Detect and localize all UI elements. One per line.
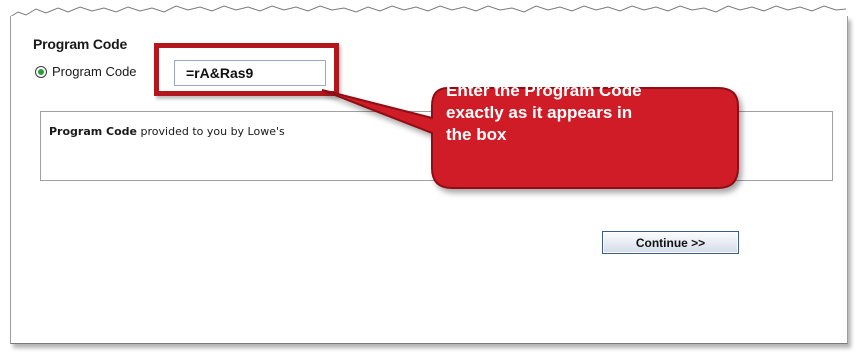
program-code-panel: Program Code Program Code Program Code p… xyxy=(10,16,848,344)
info-box: Program Code provided to you by Lowe's xyxy=(40,111,833,181)
continue-button[interactable]: Continue >> xyxy=(602,231,739,254)
program-code-input[interactable] xyxy=(174,60,326,86)
section-title: Program Code xyxy=(33,36,128,52)
info-text: Program Code provided to you by Lowe's xyxy=(49,125,285,138)
info-text-rest: provided to you by Lowe's xyxy=(137,125,285,138)
callout-line-2: exactly as it appears in xyxy=(446,103,633,122)
program-code-radio[interactable] xyxy=(35,66,47,78)
callout-line-3: the box xyxy=(446,125,507,144)
info-text-bold: Program Code xyxy=(49,125,138,138)
program-code-radio-label[interactable]: Program Code xyxy=(52,64,157,79)
callout-line-1: Enter the Program Code xyxy=(446,81,642,100)
callout-text: Enter the Program Code exactly as it app… xyxy=(446,80,686,146)
